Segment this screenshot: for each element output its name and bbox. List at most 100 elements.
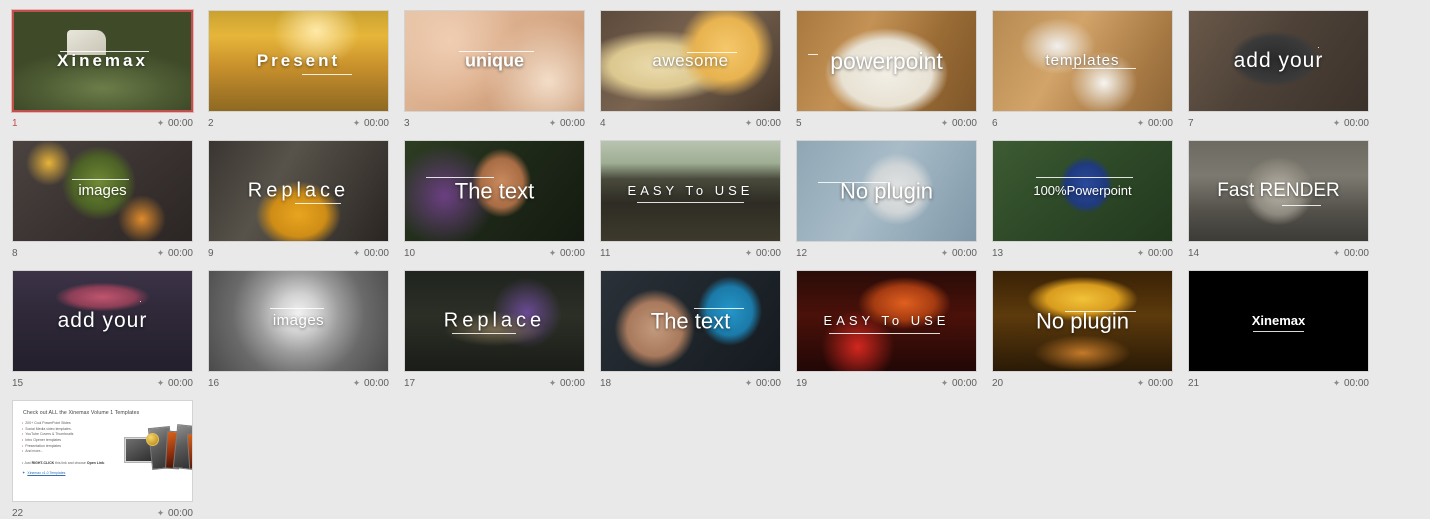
star-icon: ✦ [940,377,949,388]
slide-thumbnail-14[interactable]: Fast RENDER 14 ✦ 00:00 [1180,134,1376,264]
slide-thumbnail-12[interactable]: No plugin 12 ✦ 00:00 [788,134,984,264]
slide-thumbnail-15[interactable]: add your 15 ✦ 00:00 [4,264,200,394]
slide-meta-row: 11 ✦ 00:00 [600,242,781,261]
slide-timing-value: 00:00 [951,117,977,129]
slide-thumb-frame[interactable]: add your [1188,10,1369,112]
promo-bullet-list: 200+ Cool PowerPoint SlidesSocial Media … [22,421,118,477]
slide-meta-row: 8 ✦ 00:00 [12,242,193,261]
slide-thumbnail-22[interactable]: Check out ALL the Xinemax Volume 1 Templ… [4,394,200,519]
slide-timing-value: 00:00 [1343,117,1369,129]
slide-thumbnail-20[interactable]: No plugin 20 ✦ 00:00 [984,264,1180,394]
slide-meta-row: 17 ✦ 00:00 [404,372,585,391]
star-icon: ✦ [352,377,361,388]
star-icon: ✦ [1136,247,1145,258]
slide-number: 22 [12,507,24,519]
slide-thumb-frame[interactable]: Replace [404,270,585,372]
slide-thumbnail-7[interactable]: add your 7 ✦ 00:00 [1180,4,1376,134]
slide-preview-image [1189,11,1368,111]
star-icon: ✦ [156,247,165,258]
promo-slide-content: Check out ALL the Xinemax Volume 1 Templ… [13,401,192,501]
slide-thumbnail-9[interactable]: Replace 9 ✦ 00:00 [200,134,396,264]
slide-timing: ✦ 00:00 [1332,248,1369,259]
slide-timing-value: 00:00 [559,117,585,129]
slide-timing: ✦ 00:00 [548,118,585,129]
star-icon: ✦ [1136,377,1145,388]
slide-thumb-frame[interactable]: No plugin [992,270,1173,372]
slide-preview-image [993,11,1172,111]
slide-preview-image [405,271,584,371]
slide-preview-image [1189,271,1368,371]
slide-preview-image [209,141,388,241]
slide-timing-value: 00:00 [755,247,781,259]
slide-thumb-frame[interactable]: powerpoint [796,10,977,112]
slide-thumbnail-13[interactable]: 100%Powerpoint 13 ✦ 00:00 [984,134,1180,264]
slide-thumbnail-5[interactable]: powerpoint 5 ✦ 00:00 [788,4,984,134]
slide-thumb-frame[interactable]: templates [992,10,1173,112]
slide-thumb-frame[interactable]: Xinemax [11,9,194,113]
slide-preview-image [405,11,584,111]
slide-number: 20 [992,377,1004,389]
slide-preview-image [993,271,1172,371]
slide-thumb-frame[interactable]: No plugin [796,140,977,242]
slide-number: 19 [796,377,808,389]
star-icon: ✦ [548,377,557,388]
slide-meta-row: 20 ✦ 00:00 [992,372,1173,391]
slide-thumb-frame[interactable]: The text [600,270,781,372]
slide-thumbnail-2[interactable]: Present 2 ✦ 00:00 [200,4,396,134]
slide-thumbnail-16[interactable]: images 16 ✦ 00:00 [200,264,396,394]
slide-grid: Xinemax 1 ✦ 00:00 Present 2 ✦ 00:00 unique 3 ✦ 00:0… [0,0,1430,519]
slide-thumbnail-19[interactable]: EASY To USE 19 ✦ 00:00 [788,264,984,394]
slide-number: 2 [208,117,214,129]
slide-preview-image [601,271,780,371]
slide-timing: ✦ 00:00 [940,378,977,389]
slide-timing: ✦ 00:00 [548,248,585,259]
slide-thumbnail-18[interactable]: The text 18 ✦ 00:00 [592,264,788,394]
slide-thumb-frame[interactable]: EASY To USE [796,270,977,372]
slide-thumbnail-8[interactable]: images 8 ✦ 00:00 [4,134,200,264]
slide-thumb-frame[interactable]: unique [404,10,585,112]
slide-thumb-frame[interactable]: Present [208,10,389,112]
slide-thumb-frame[interactable]: awesome [600,10,781,112]
slide-number: 21 [1188,377,1200,389]
slide-timing: ✦ 00:00 [1136,378,1173,389]
slide-thumbnail-21[interactable]: Xinemax 21 ✦ 00:00 [1180,264,1376,394]
star-icon: ✦ [548,117,557,128]
slide-sorter-pane[interactable]: Xinemax 1 ✦ 00:00 Present 2 ✦ 00:00 unique 3 ✦ 00:0… [0,0,1430,519]
slide-thumb-frame[interactable]: Replace [208,140,389,242]
slide-thumb-frame[interactable]: Fast RENDER [1188,140,1369,242]
slide-number: 18 [600,377,612,389]
slide-timing: ✦ 00:00 [156,248,193,259]
slide-number: 12 [796,247,808,259]
slide-thumbnail-6[interactable]: templates 6 ✦ 00:00 [984,4,1180,134]
slide-thumbnail-10[interactable]: The text 10 ✦ 00:00 [396,134,592,264]
slide-timing: ✦ 00:00 [744,378,781,389]
slide-thumbnail-1[interactable]: Xinemax 1 ✦ 00:00 [4,4,200,134]
slide-thumb-frame[interactable]: images [208,270,389,372]
slide-thumb-frame[interactable]: images [12,140,193,242]
star-icon: ✦ [548,247,557,258]
slide-thumbnail-3[interactable]: unique 3 ✦ 00:00 [396,4,592,134]
xinemax-templates-link[interactable]: Xinemax v1.0 Templates [27,471,65,475]
slide-meta-row: 7 ✦ 00:00 [1188,112,1369,131]
slide-meta-row: 3 ✦ 00:00 [404,112,585,131]
slide-timing-value: 00:00 [1147,377,1173,389]
slide-thumb-frame[interactable]: Check out ALL the Xinemax Volume 1 Templ… [12,400,193,502]
slide-timing: ✦ 00:00 [940,118,977,129]
slide-timing-value: 00:00 [167,247,193,259]
slide-thumb-frame[interactable]: Xinemax [1188,270,1369,372]
slide-meta-row: 1 ✦ 00:00 [12,112,193,131]
slide-thumbnail-11[interactable]: EASY To USE 11 ✦ 00:00 [592,134,788,264]
slide-timing-value: 00:00 [363,117,389,129]
slide-thumb-frame[interactable]: 100%Powerpoint [992,140,1173,242]
slide-thumb-frame[interactable]: add your [12,270,193,372]
slide-timing: ✦ 00:00 [352,378,389,389]
slide-thumbnail-17[interactable]: Replace 17 ✦ 00:00 [396,264,592,394]
slide-timing: ✦ 00:00 [352,118,389,129]
slide-thumb-frame[interactable]: The text [404,140,585,242]
slide-preview-image [14,12,191,110]
slide-timing: ✦ 00:00 [156,118,193,129]
slide-thumb-frame[interactable]: EASY To USE [600,140,781,242]
slide-thumbnail-4[interactable]: awesome 4 ✦ 00:00 [592,4,788,134]
slide-meta-row: 18 ✦ 00:00 [600,372,781,391]
slide-preview-image [797,11,976,111]
